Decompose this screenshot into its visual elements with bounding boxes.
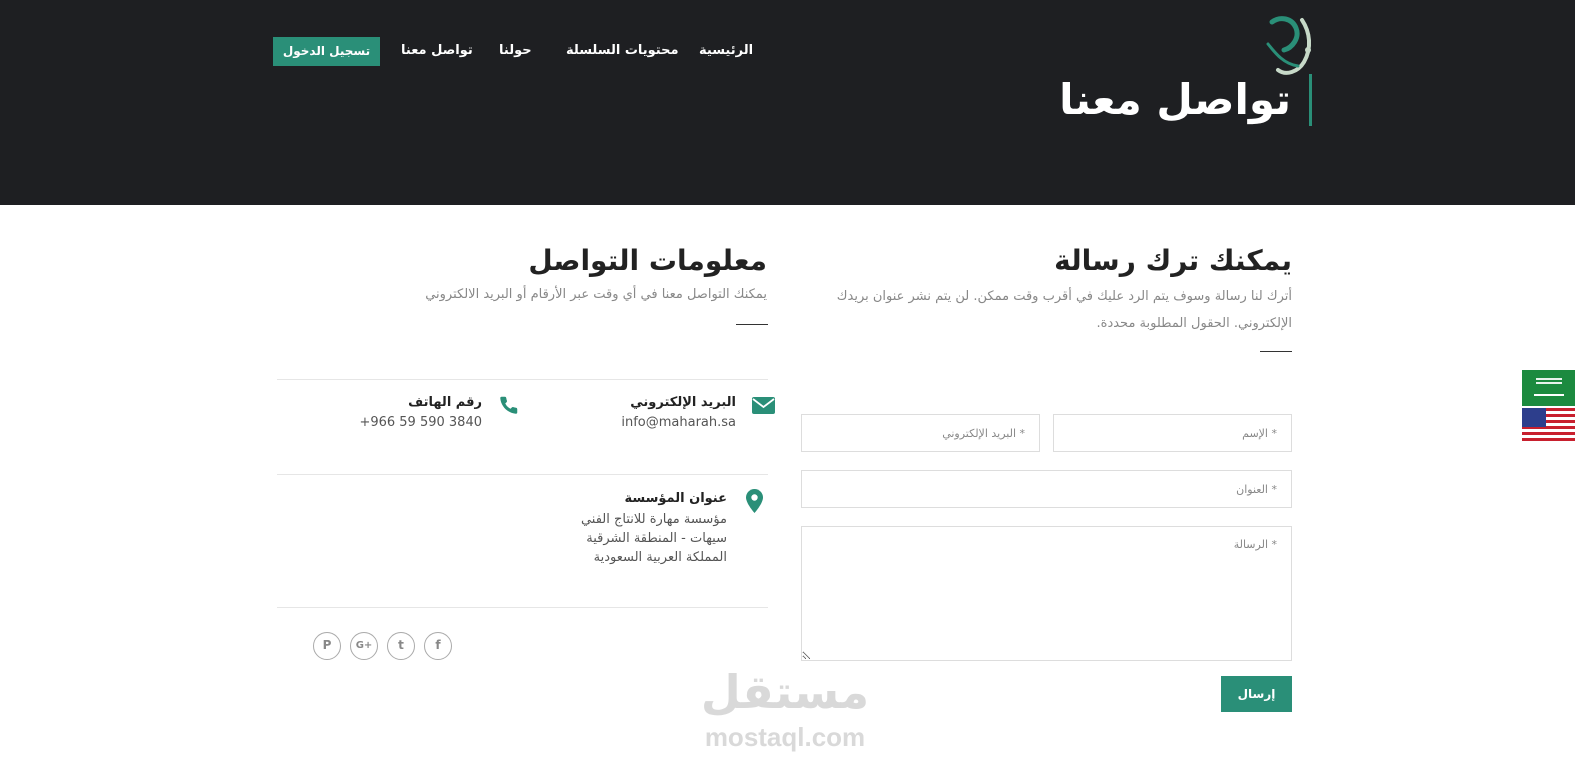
contact-info-title: معلومات التواصل [528,244,767,277]
location-pin-icon [746,489,763,513]
flag-script [1536,378,1562,384]
login-button[interactable]: تسجيل الدخول [273,37,380,66]
nav-home[interactable]: الرئيسية [699,43,753,58]
page-title: تواصل معنا [1059,74,1312,126]
divider [277,607,768,608]
address-line: مؤسسة مهارة للانتاج الفني [580,512,727,527]
arabic-flag-icon[interactable] [1522,370,1575,406]
flag-canton [1522,408,1546,427]
email-input[interactable] [801,414,1040,452]
address-line: سيهات - المنطقة الشرقية [586,531,727,546]
address-label: عنوان المؤسسة [624,491,727,506]
nav-contact[interactable]: تواصل معنا [401,43,473,58]
form-title: يمكنك ترك رسالة [1054,244,1292,277]
nav-series-content[interactable]: محتويات السلسلة [566,43,679,58]
watermark: مستقل mostaql.com [685,662,885,752]
site-header: تواصل معنا تسجيل الدخول تواصل معنا حولنا… [0,0,1575,205]
email-value[interactable]: info@maharah.sa [621,415,736,430]
google-plus-icon[interactable]: G+ [350,632,378,660]
watermark-latin: mostaql.com [704,722,866,752]
english-flag-icon[interactable] [1522,408,1575,444]
subject-input[interactable] [801,470,1292,508]
phone-value[interactable]: +966 59 590 3840 [359,415,482,430]
form-title-rule [1260,351,1292,352]
form-description: أترك لنا رسالة وسوف يتم الرد عليك في أقر… [836,289,1292,331]
submit-button[interactable]: إرسال [1221,676,1292,712]
pinterest-icon[interactable]: P [313,632,341,660]
email-label: البريد الإلكتروني [630,395,736,410]
contact-info-description: يمكنك التواصل معنا في أي وقت عبر الأرقام… [425,287,767,302]
flag-sword [1534,394,1564,396]
envelope-icon [752,397,775,414]
phone-label: رقم الهاتف [408,395,482,410]
watermark-arabic: مستقل [700,665,870,719]
twitter-icon[interactable]: t [387,632,415,660]
nav-about[interactable]: حولنا [499,43,532,58]
phone-icon [500,396,518,414]
address-line: المملكة العربية السعودية [593,550,727,565]
main-nav: تسجيل الدخول [273,37,380,66]
divider [277,379,768,380]
message-textarea[interactable] [801,526,1292,661]
contact-title-rule [736,324,768,325]
facebook-icon[interactable]: f [424,632,452,660]
name-input[interactable] [1053,414,1292,452]
divider [277,474,768,475]
